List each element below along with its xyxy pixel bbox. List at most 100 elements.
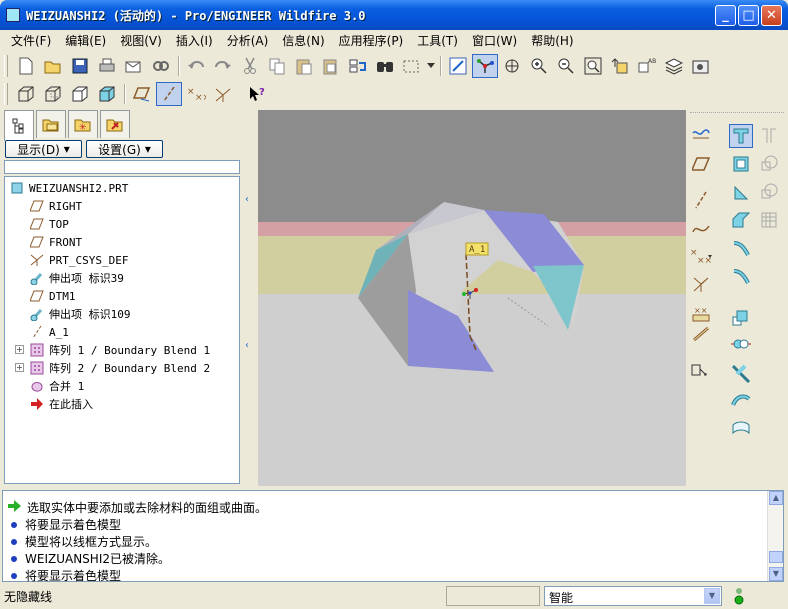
menu-edit[interactable]: 编辑(E) [58,32,113,49]
tree-column-header[interactable] [4,160,240,174]
tree-row-merge[interactable]: 合并 1 [29,377,84,395]
rib-icon[interactable] [757,152,781,176]
scroll-up-icon[interactable]: ▲ [769,491,783,505]
select-dropdown-icon[interactable] [426,54,436,78]
spin-center-icon[interactable] [472,54,498,78]
display-button[interactable]: 显示(D) ▾ [5,140,82,158]
menu-help[interactable]: 帮助(H) [524,32,580,49]
tree-row-pattern-1[interactable]: 阵列 1 / Boundary Blend 1 [29,341,210,359]
offset-icon[interactable] [729,388,753,412]
boundary-blend-icon[interactable] [729,236,753,260]
scroll-down-icon[interactable]: ▼ [769,567,783,581]
minimize-button[interactable]: _ [715,5,736,26]
settings-button[interactable]: 设置(G) ▾ [86,140,163,158]
view-manager-icon[interactable] [688,54,714,78]
zoom-in-icon[interactable] [526,54,552,78]
paste-special-icon[interactable] [318,54,344,78]
select-box-icon[interactable] [399,54,425,78]
copy-icon[interactable] [264,54,290,78]
whats-this-icon[interactable]: ? [245,82,271,106]
datum-planes-icon[interactable] [129,82,155,106]
refit-icon[interactable] [580,54,606,78]
tree-row-front[interactable]: FRONT [29,233,82,251]
thicken-icon[interactable] [729,416,753,440]
open-icon[interactable] [40,54,66,78]
toolbar-grip[interactable] [4,55,8,77]
datum-plane-icon[interactable] [689,152,713,176]
folder-browser-tab[interactable] [36,110,66,138]
tree-row-protrusion-39[interactable]: 伸出项 标识39 [29,269,124,287]
expand-toggle[interactable]: + [15,345,24,354]
paste-icon[interactable] [291,54,317,78]
datum-axes-icon[interactable] [156,82,182,106]
datum-curve-icon[interactable] [689,216,713,240]
panel-splitter[interactable]: ‹ ‹ [244,108,256,488]
redo-icon[interactable] [210,54,236,78]
collapse-arrow-icon[interactable]: ‹ [245,194,249,205]
menu-window[interactable]: 窗口(W) [465,32,524,49]
layers-icon[interactable] [661,54,687,78]
zoom-out-icon[interactable] [553,54,579,78]
hidden-line-icon[interactable] [40,82,66,106]
saved-views-icon[interactable]: AB [634,54,660,78]
hole-icon[interactable] [689,358,713,382]
toolbar-grip[interactable] [4,83,8,105]
draft-icon[interactable] [757,180,781,204]
merge-icon[interactable] [729,332,753,356]
menu-tools[interactable]: 工具(T) [410,32,465,49]
find-icon[interactable] [372,54,398,78]
send-mail-icon[interactable] [121,54,147,78]
shell-icon[interactable] [757,124,781,148]
menu-file[interactable]: 文件(F) [4,32,58,49]
datum-axis-icon[interactable] [689,188,713,212]
expand-toggle[interactable]: + [15,363,24,372]
menu-view[interactable]: 视图(V) [113,32,169,49]
graphics-window[interactable]: A_1 [258,110,686,486]
menu-applications[interactable]: 应用程序(P) [332,32,411,49]
round-icon[interactable] [757,208,781,232]
print-icon[interactable] [94,54,120,78]
datum-points-icon[interactable]: ××× [183,82,209,106]
csys-icon[interactable] [210,82,236,106]
cut-icon[interactable] [237,54,263,78]
model-tree-tab[interactable] [4,110,34,141]
tree-row-top[interactable]: TOP [29,215,69,233]
mirror-icon[interactable] [729,306,753,330]
menu-analysis[interactable]: 分析(A) [220,32,276,49]
pattern-icon[interactable] [689,322,713,346]
connections-tab[interactable] [100,110,130,138]
save-icon[interactable] [67,54,93,78]
chevron-down-icon[interactable]: ▼ [704,588,720,604]
maximize-button[interactable]: □ [738,5,759,26]
sketch-curve-icon[interactable] [689,122,713,146]
close-button[interactable]: ✕ [761,5,782,26]
csys-icon[interactable] [689,272,713,296]
tree-row-axis[interactable]: A_1 [29,323,69,341]
regenerate-icon[interactable] [345,54,371,78]
toolbar-grip[interactable] [690,112,784,113]
undo-icon[interactable] [183,54,209,78]
selection-filter-select[interactable]: 智能 ▼ [544,586,722,606]
app-icon[interactable] [6,8,20,22]
revolve-icon[interactable] [729,152,753,176]
shading-icon[interactable] [94,82,120,106]
scroll-thumb[interactable] [769,551,783,563]
style-icon[interactable] [729,264,753,288]
tree-row-part[interactable]: WEIZUANSHI2.PRT [9,179,128,197]
menu-insert[interactable]: 插入(I) [169,32,220,49]
menu-info[interactable]: 信息(N) [275,32,331,49]
tree-row-protrusion-109[interactable]: 伸出项 标识109 [29,305,131,323]
extrude-icon[interactable] [729,124,753,148]
reorient-icon[interactable] [607,54,633,78]
favorites-tab[interactable]: ✳ [68,110,98,138]
tree-row-dtm1[interactable]: DTM1 [29,287,76,305]
no-hidden-icon[interactable] [67,82,93,106]
message-scrollbar[interactable]: ▲ ▼ [767,491,783,581]
new-icon[interactable] [13,54,39,78]
datum-point-icon[interactable]: × ×× [689,244,713,268]
variable-sweep-icon[interactable] [729,180,753,204]
collapse-arrow-icon[interactable]: ‹ [245,340,249,351]
wireframe-icon[interactable] [13,82,39,106]
blend-icon[interactable] [729,208,753,232]
repaint-icon[interactable] [445,54,471,78]
